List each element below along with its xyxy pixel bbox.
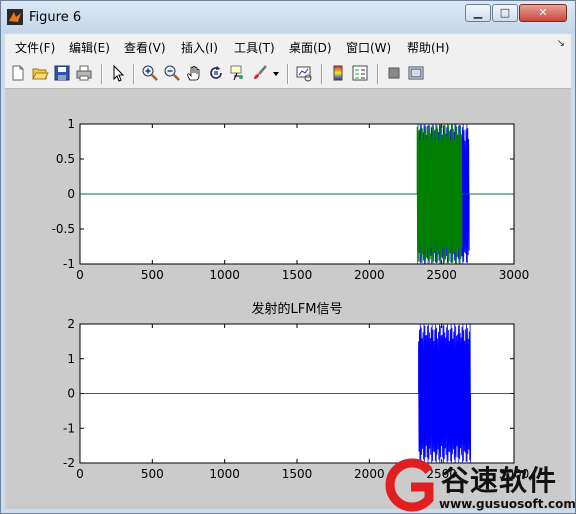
- menu-file[interactable]: 文件(F): [15, 39, 55, 56]
- x-tick-label: 500: [141, 268, 164, 282]
- x-tick-label: 2500: [426, 268, 457, 282]
- colorbar-icon[interactable]: [329, 64, 347, 82]
- menu-overflow-icon[interactable]: ↘: [557, 38, 565, 49]
- new-figure-icon[interactable]: [9, 64, 27, 82]
- menu-window[interactable]: 窗口(W): [346, 39, 391, 56]
- toolbar-separator: [287, 64, 289, 84]
- toolbar-separator: [133, 64, 135, 84]
- hide-plot-tools-icon[interactable]: [385, 64, 403, 82]
- watermark-logo-icon: [385, 458, 434, 512]
- y-tick-label: -1: [63, 421, 75, 435]
- figure-window: Figure 6 ▁ □ ✕ 文件(F) 编辑(E) 查看(V) 插入(I) 工…: [0, 0, 576, 514]
- menu-bar: 文件(F) 编辑(E) 查看(V) 插入(I) 工具(T) 桌面(D) 窗口(W…: [5, 34, 571, 58]
- watermark-text: 谷速软件: [441, 464, 558, 497]
- y-tick-label: -2: [63, 456, 75, 470]
- pan-icon[interactable]: [185, 64, 203, 82]
- save-icon[interactable]: [53, 64, 71, 82]
- x-tick-label: 1000: [209, 467, 240, 481]
- y-tick-label: 2: [67, 317, 75, 331]
- minimize-button[interactable]: ▁: [465, 4, 491, 22]
- toolbar: [5, 58, 571, 89]
- matlab-logo-icon: [7, 9, 23, 25]
- y-tick-label: 0.5: [56, 152, 75, 166]
- toolbar-separator: [377, 64, 379, 84]
- plots-svg: 0 500 1000 1500 2000 2500 3000 1 0.5 0 -0.5 -1 0 500…: [52, 117, 530, 481]
- brush-dropdown-icon[interactable]: [271, 64, 281, 82]
- brush-icon[interactable]: [251, 64, 269, 82]
- y-tick-label: 0: [67, 187, 75, 201]
- toolbar-separator: [101, 64, 103, 84]
- y-tick-label: 1: [67, 117, 75, 131]
- maximize-button[interactable]: □: [492, 4, 518, 22]
- window-title: Figure 6: [29, 10, 82, 25]
- x-tick-label: 1000: [209, 268, 240, 282]
- x-tick-label: 500: [141, 467, 164, 481]
- zoom-in-icon[interactable]: [141, 64, 159, 82]
- print-icon[interactable]: [75, 64, 93, 82]
- legend-icon[interactable]: [351, 64, 369, 82]
- menu-tools[interactable]: 工具(T): [234, 39, 275, 56]
- x-tick-label: 1500: [282, 467, 313, 481]
- x-tick-label: 3000: [499, 268, 530, 282]
- y-tick-label: -0.5: [52, 222, 75, 236]
- pointer-icon[interactable]: [109, 64, 127, 82]
- rotate-3d-icon[interactable]: [207, 64, 225, 82]
- close-button[interactable]: ✕: [519, 4, 567, 22]
- axes-top[interactable]: 0 500 1000 1500 2000 2500 3000 1 0.5 0 -0.5 -1: [52, 117, 530, 282]
- menu-insert[interactable]: 插入(I): [181, 39, 218, 56]
- open-file-icon[interactable]: [31, 64, 49, 82]
- zoom-out-icon[interactable]: [163, 64, 181, 82]
- x-tick-label: 2000: [354, 268, 385, 282]
- watermark-url: www.gusuosoft.com: [439, 497, 576, 511]
- x-tick-label: 1500: [282, 268, 313, 282]
- y-tick-label: 0: [67, 387, 75, 401]
- y-tick-label: -1: [63, 257, 75, 271]
- title-bar[interactable]: Figure 6 ▁ □ ✕: [1, 1, 575, 33]
- menu-desktop[interactable]: 桌面(D): [289, 39, 332, 56]
- menu-edit[interactable]: 编辑(E): [69, 39, 110, 56]
- y-tick-label: 1: [67, 352, 75, 366]
- figure-canvas: 0 500 1000 1500 2000 2500 3000 1 0.5 0 -0.5 -1 0 500…: [5, 89, 571, 509]
- data-cursor-icon[interactable]: [229, 64, 247, 82]
- link-plot-icon[interactable]: [295, 64, 313, 82]
- watermark: 谷速软件 www.gusuosoft.com: [379, 457, 576, 513]
- menu-view[interactable]: 查看(V): [124, 39, 166, 56]
- menu-help[interactable]: 帮助(H): [407, 39, 449, 56]
- toolbar-separator: [321, 64, 323, 84]
- x-tick-label: 0: [76, 467, 84, 481]
- axes-bottom-title: 发射的LFM信号: [252, 301, 343, 317]
- x-tick-label: 0: [76, 268, 84, 282]
- axes-bottom[interactable]: 0 500 1000 1500 2000 2500 3000210-1-2 发射的LFM信号: [63, 301, 529, 481]
- show-plot-tools-icon[interactable]: [407, 64, 425, 82]
